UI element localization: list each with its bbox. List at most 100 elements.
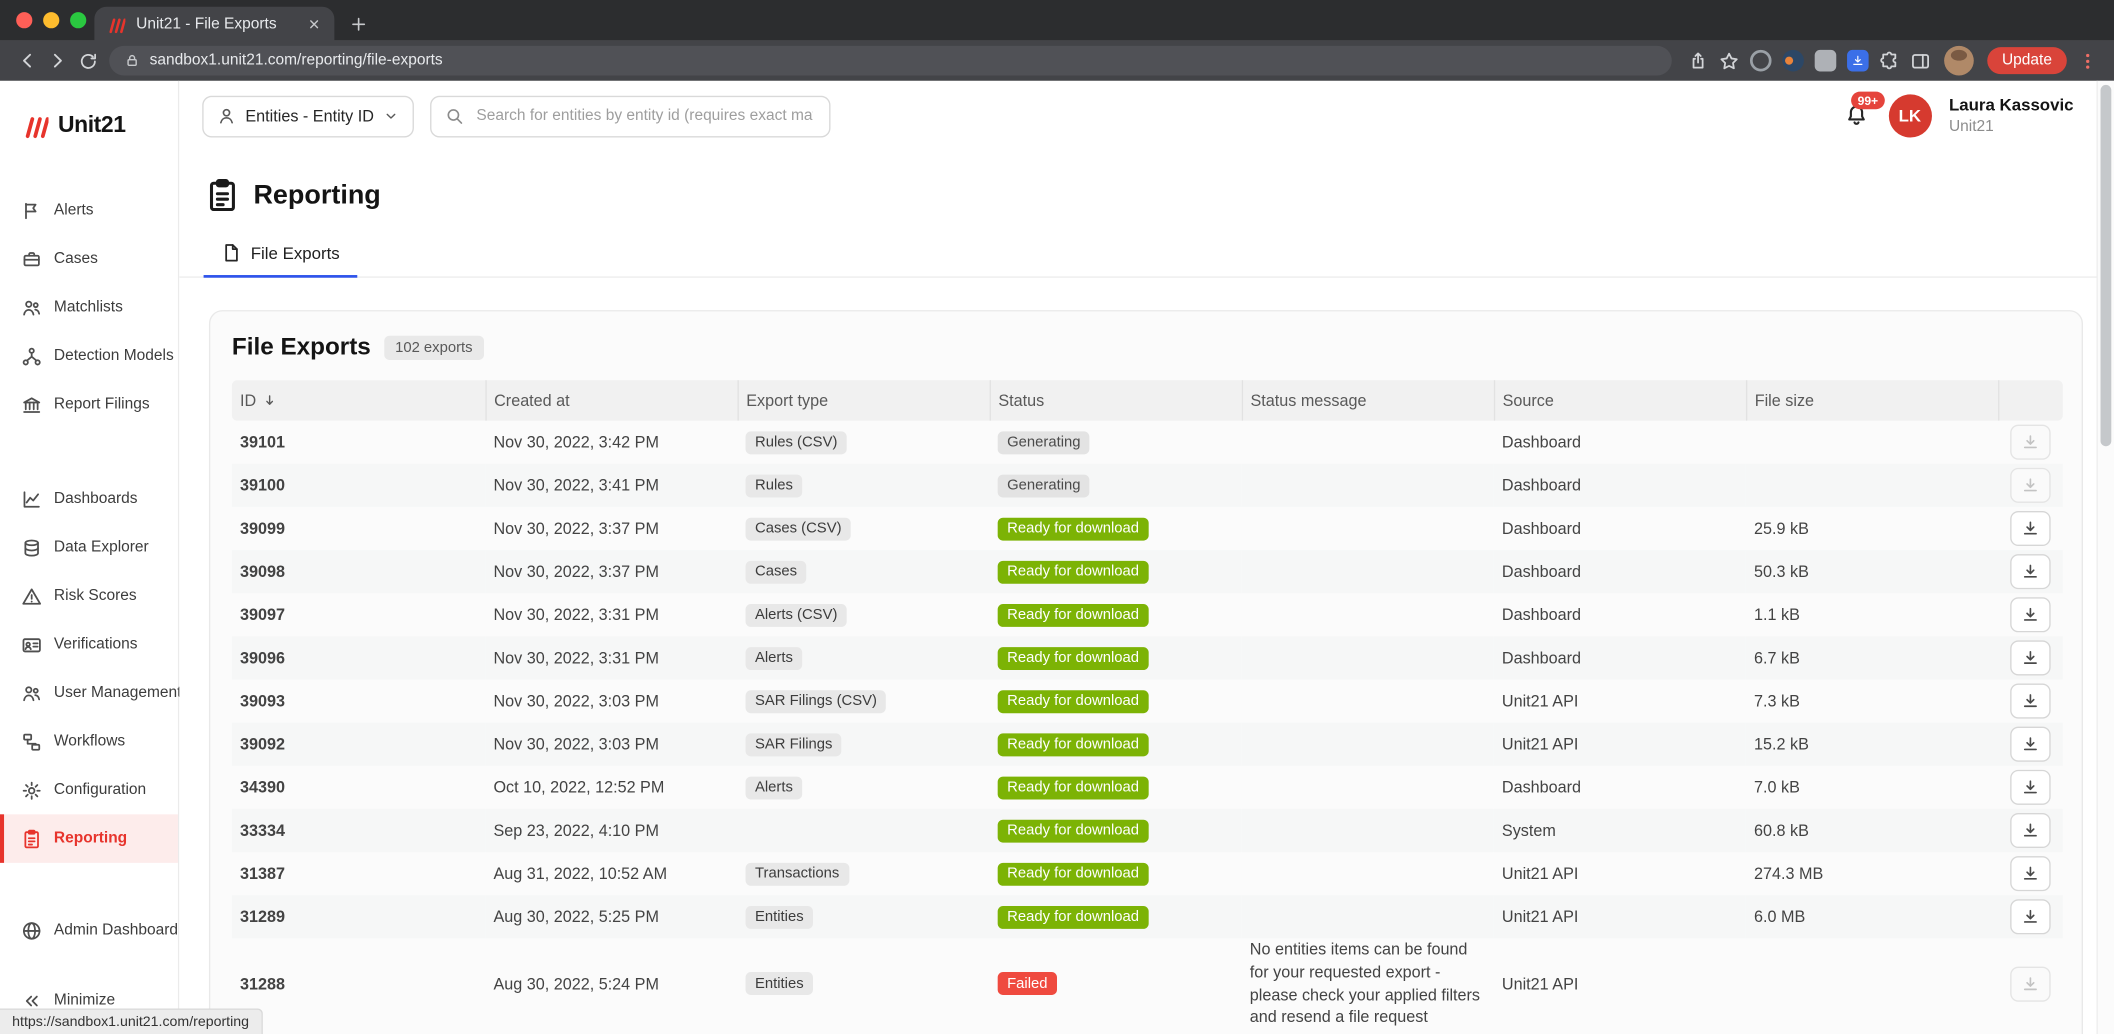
column-header-id[interactable]: ID [231, 380, 487, 421]
extension-icon[interactable] [1749, 49, 1772, 72]
cell-status-message [1242, 809, 1494, 852]
download-button[interactable] [2010, 769, 2051, 805]
column-header-status-message: Status message [1241, 380, 1495, 421]
export-type-badge: Alerts (CSV) [745, 603, 847, 627]
column-header-source: Source [1493, 380, 1747, 421]
sidebar-nav-secondary: Dashboards Data Explorer Risk Scores Verifi… [0, 475, 181, 863]
cell-source: Unit21 API [1501, 734, 1579, 754]
extension-icon[interactable] [1814, 49, 1837, 72]
risk-icon [22, 586, 42, 606]
share-button[interactable] [1682, 44, 1713, 76]
download-button[interactable] [2010, 597, 2051, 633]
side-panel-icon [1910, 51, 1930, 71]
user-avatar[interactable]: LK [1888, 94, 1932, 138]
update-button[interactable]: Update [1987, 47, 2067, 75]
browser-menu-button[interactable] [2072, 44, 2103, 76]
sidebar-item-report-filings[interactable]: Report Filings [0, 380, 178, 429]
sidebar-item-user-management[interactable]: User Management [0, 669, 181, 718]
reload-icon [78, 51, 98, 71]
page-title: Reporting [253, 179, 381, 210]
sidebar-item-risk-scores[interactable]: Risk Scores [0, 572, 178, 621]
sidebar-item-workflows[interactable]: Workflows [0, 717, 178, 766]
column-header-created-at: Created at [485, 380, 739, 421]
extensions-menu-button[interactable] [1874, 44, 1905, 76]
extension-icon[interactable] [1846, 49, 1869, 72]
sidebar-item-label: Minimize [53, 992, 116, 1009]
download-button[interactable] [2010, 726, 2051, 762]
download-button[interactable] [2010, 856, 2051, 892]
cell-actions [1998, 421, 2063, 464]
status-badge: Ready for download [997, 862, 1149, 886]
sidebar-item-verifications[interactable]: Verifications [0, 620, 178, 669]
scrollbar-thumb[interactable] [2100, 84, 2112, 447]
logo-text: Unit21 [57, 111, 126, 138]
cell-actions [1998, 593, 2063, 636]
tab-file-exports[interactable]: File Exports [203, 232, 358, 278]
search-input[interactable] [473, 106, 817, 126]
sidebar-item-reporting[interactable]: Reporting [0, 814, 178, 863]
cell-status-message [1242, 679, 1494, 722]
zoom-window-button[interactable] [70, 12, 87, 29]
unit21-logo[interactable]: Unit21 [22, 108, 178, 143]
sidebar-item-detection-models[interactable]: Detection Models [0, 332, 178, 381]
download-button[interactable] [2010, 899, 2051, 935]
cell-export-type: Alerts (CSV) [737, 593, 989, 636]
bookmark-button[interactable] [1713, 44, 1744, 76]
download-icon [2021, 605, 2040, 624]
back-button[interactable] [11, 44, 42, 76]
briefcase-icon [22, 249, 42, 269]
cell-created-at: Nov 30, 2022, 3:03 PM [493, 734, 659, 754]
user-info[interactable]: Laura Kassovic Unit21 [1949, 96, 2074, 136]
cell-status: Ready for download [990, 852, 1242, 895]
data-icon [22, 537, 42, 557]
export-type-badge: Cases [745, 560, 807, 584]
sidebar-item-cases[interactable]: Cases [0, 235, 178, 284]
cell-source: Dashboard [1501, 519, 1582, 538]
download-button[interactable] [2010, 640, 2051, 676]
sidebar-item-admin-dashboard[interactable]: Admin Dashboard [0, 906, 178, 955]
export-type-badge: Entities [745, 905, 814, 929]
sidebar-item-data-explorer[interactable]: Data Explorer [0, 523, 178, 572]
minimize-window-button[interactable] [43, 12, 60, 29]
sidebar-item-label: User Management [53, 684, 182, 702]
close-window-button[interactable] [16, 12, 33, 29]
sidebar-item-configuration[interactable]: Configuration [0, 766, 178, 815]
cell-id: 39099 [239, 519, 285, 538]
forward-button[interactable] [42, 44, 73, 76]
notifications-button[interactable]: 99+ [1844, 91, 1885, 129]
new-tab-button[interactable] [344, 9, 374, 39]
reporting-clipboard-icon [205, 178, 240, 213]
entity-filter-dropdown[interactable]: Entities - Entity ID [202, 95, 415, 137]
sidebar-item-label: Cases [53, 250, 98, 267]
status-badge: Ready for download [997, 646, 1149, 670]
column-header-status: Status [989, 380, 1243, 421]
download-icon [2021, 778, 2040, 797]
address-bar[interactable]: sandbox1.unit21.com/reporting/file-expor… [109, 45, 1672, 76]
reload-button[interactable] [73, 44, 104, 76]
browser-tab[interactable]: Unit21 - File Exports [94, 6, 335, 41]
side-panel-button[interactable] [1905, 44, 1936, 76]
download-icon [2021, 974, 2040, 993]
sidebar-item-dashboards[interactable]: Dashboards [0, 475, 178, 524]
page-scrollbar[interactable] [2096, 80, 2114, 1034]
download-button[interactable] [2010, 554, 2051, 590]
sidebar-item-label: Matchlists [53, 299, 123, 316]
status-badge: Ready for download [997, 732, 1149, 756]
sidebar-item-label: Data Explorer [53, 539, 149, 556]
table-row: 33334 Sep 23, 2022, 4:10 PM Ready for down… [231, 808, 2063, 853]
cell-status-message [1242, 593, 1494, 636]
cell-export-type: Entities [737, 895, 989, 938]
sidebar-item-matchlists[interactable]: Matchlists [0, 283, 178, 332]
cell-actions [1998, 679, 2063, 722]
star-icon [1719, 51, 1739, 71]
sidebar-item-label: Dashboards [53, 490, 138, 507]
download-button[interactable] [2010, 683, 2051, 719]
browser-profile-avatar[interactable] [1943, 45, 1974, 76]
sidebar-item-alerts[interactable]: Alerts [0, 186, 178, 235]
close-tab-icon[interactable] [306, 16, 322, 32]
sidebar-item-label: Verifications [53, 636, 138, 653]
extension-icon[interactable] [1782, 49, 1804, 72]
entity-filter-value: Entities - Entity ID [245, 106, 374, 126]
download-button[interactable] [2010, 510, 2051, 547]
download-button[interactable] [2010, 812, 2051, 849]
